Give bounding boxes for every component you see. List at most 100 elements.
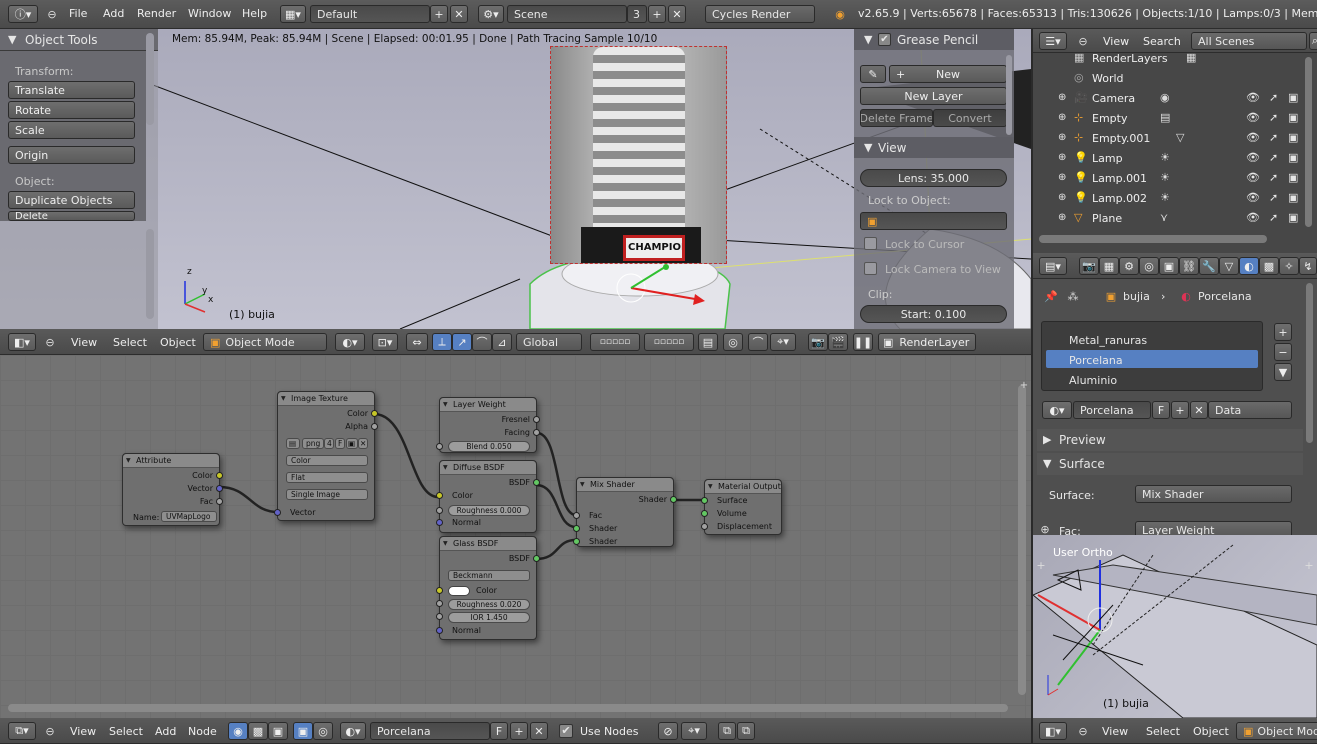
lock-cursor-checkbox[interactable]: [864, 237, 877, 250]
facing-socket[interactable]: [533, 429, 540, 436]
editor-type-3d-button[interactable]: ◧▾: [1039, 722, 1067, 740]
expand-icon[interactable]: ⊕: [1058, 112, 1066, 123]
outliner-hscroll[interactable]: [1039, 235, 1267, 243]
translate-button[interactable]: Translate: [8, 81, 135, 99]
visibility-eye-icon[interactable]: 👁: [1246, 191, 1260, 204]
collapse-menu-icon[interactable]: ⊖: [44, 6, 60, 22]
translate-manipulator[interactable]: ⟂: [432, 333, 452, 351]
add-screen-button[interactable]: +: [430, 5, 448, 23]
outliner-item-name[interactable]: Empty: [1092, 112, 1127, 125]
pivot-select[interactable]: ⊡▾: [372, 333, 398, 351]
lock-camera-icon[interactable]: ▤: [698, 333, 718, 351]
mini-mode-select[interactable]: ▣Object Mode: [1236, 722, 1317, 740]
material-link-select[interactable]: Data: [1208, 401, 1292, 419]
selectable-cursor-icon[interactable]: ➚: [1269, 111, 1278, 124]
viewport-menu-view[interactable]: View: [71, 336, 97, 349]
constraints-tab-icon[interactable]: ⛓: [1179, 257, 1199, 275]
image-browse-icon[interactable]: ▤: [286, 438, 300, 449]
render-camera-icon[interactable]: ▣: [1288, 91, 1298, 104]
layers-grid-a[interactable]: ▫▫▫▫▫: [590, 333, 640, 351]
node-editor-hscroll[interactable]: [8, 704, 1008, 712]
menu-render[interactable]: Render: [137, 7, 176, 20]
physics-tab-icon[interactable]: ↯: [1299, 257, 1317, 275]
use-nodes-checkbox[interactable]: ✔: [559, 724, 573, 738]
properties-vscroll[interactable]: [1306, 283, 1313, 443]
proportional-edit-icon[interactable]: ◎: [723, 333, 743, 351]
glass-distribution-select[interactable]: Beckmann: [448, 570, 530, 581]
tool-shelf-scrollbar-lower[interactable]: [146, 229, 154, 319]
convert-button[interactable]: Convert: [933, 109, 1007, 127]
delete-button[interactable]: Delete: [8, 211, 135, 221]
selectable-cursor-icon[interactable]: ➚: [1269, 191, 1278, 204]
lock-camera-checkbox[interactable]: [864, 262, 877, 275]
world-shader-icon[interactable]: ◎: [313, 722, 333, 740]
material-fake-user[interactable]: F: [490, 722, 508, 740]
outliner-item-name[interactable]: Camera: [1092, 92, 1135, 105]
screen-layout-field[interactable]: Default: [310, 5, 430, 23]
diffuse-bsdf-socket[interactable]: [533, 479, 540, 486]
glass-roughness-socket[interactable]: [436, 600, 443, 607]
render-camera-icon[interactable]: ▣: [1288, 211, 1298, 224]
diffuse-color-socket[interactable]: [436, 492, 443, 499]
add-scene-button[interactable]: +: [648, 5, 666, 23]
remove-scene-button[interactable]: ✕: [668, 5, 686, 23]
render-anim-icon[interactable]: 🎬: [828, 333, 848, 351]
material-fake-user-button[interactable]: F: [1152, 401, 1170, 419]
node-editor-vscroll[interactable]: [1018, 385, 1026, 695]
displacement-socket[interactable]: [701, 523, 708, 530]
add-slot-button[interactable]: +: [1274, 323, 1292, 341]
color-space-select[interactable]: Color: [286, 455, 368, 466]
material-tab-icon[interactable]: ◐: [1239, 257, 1259, 275]
slot-metal-ranuras[interactable]: Metal_ranuras: [1069, 334, 1147, 347]
attribute-fac-socket[interactable]: [216, 498, 223, 505]
render-region[interactable]: CHAMPION: [550, 46, 727, 264]
glass-ior-socket[interactable]: [436, 613, 443, 620]
image-vector-socket[interactable]: [274, 509, 281, 516]
viewport-menu-object[interactable]: Object: [160, 336, 196, 349]
visibility-eye-icon[interactable]: 👁: [1246, 111, 1260, 124]
image-texture-node[interactable]: Image Texture Color Alpha ▤ png 4 F ▣ ✕ …: [274, 391, 378, 521]
mix-fac-socket[interactable]: [573, 512, 580, 519]
fac-expand-icon[interactable]: ⊕: [1037, 521, 1053, 536]
outliner-row[interactable]: ⊕ ⊹ Empty ▤ 👁 ➚ ▣: [1036, 109, 1304, 129]
outliner-item-name[interactable]: World: [1092, 72, 1124, 85]
paste-nodes-icon[interactable]: ⧉: [737, 722, 755, 740]
expand-icon[interactable]: ⊕: [1058, 212, 1066, 223]
snap-toggle-icon[interactable]: ⌒: [748, 333, 768, 351]
slot-aluminio[interactable]: Aluminio: [1069, 374, 1117, 387]
attribute-name-field[interactable]: UVMapLogo: [161, 511, 217, 522]
render-camera-icon[interactable]: ▣: [1288, 151, 1298, 164]
menu-window[interactable]: Window: [188, 7, 231, 20]
grease-pencil-checkbox[interactable]: ✔: [878, 33, 891, 46]
scene-field[interactable]: Scene: [507, 5, 627, 23]
diffuse-roughness-socket[interactable]: [436, 507, 443, 514]
outliner-vscroll[interactable]: [1305, 57, 1312, 227]
outliner-row[interactable]: ⊕ ⊹ Empty.001 ▽ 👁 ➚ ▣: [1036, 129, 1304, 149]
viewport-menu-select[interactable]: Select: [113, 336, 147, 349]
copy-nodes-icon[interactable]: ⧉: [718, 722, 736, 740]
glass-color-swatch[interactable]: [448, 586, 470, 596]
mini-menu-view[interactable]: View: [1102, 725, 1128, 738]
visibility-eye-icon[interactable]: 👁: [1246, 131, 1260, 144]
material-name-field[interactable]: Porcelana: [370, 722, 490, 740]
material-output-node[interactable]: Material Output Surface Volume Displacem…: [701, 479, 782, 535]
image-unlink-icon[interactable]: ✕: [358, 438, 368, 449]
attribute-color-socket[interactable]: [216, 472, 223, 479]
pin-icon[interactable]: 📌: [1043, 288, 1059, 304]
material-name-input[interactable]: Porcelana: [1073, 401, 1151, 419]
mix-shader2-socket[interactable]: [573, 538, 580, 545]
preview-section[interactable]: ▶ Preview: [1037, 429, 1303, 451]
render-tab-icon[interactable]: 📷: [1079, 257, 1099, 275]
outliner-menu-view[interactable]: View: [1103, 35, 1129, 48]
mix-shader1-socket[interactable]: [573, 525, 580, 532]
lens-field[interactable]: Lens: 35.000: [860, 169, 1007, 187]
view-section-header[interactable]: ▼ View: [854, 137, 1014, 158]
selectable-cursor-icon[interactable]: ➚: [1269, 211, 1278, 224]
outliner-item-name[interactable]: RenderLayers: [1092, 52, 1168, 65]
object-shader-icon[interactable]: ▣: [293, 722, 313, 740]
add-material-button[interactable]: +: [510, 722, 528, 740]
slot-porcelana[interactable]: Porcelana: [1069, 354, 1123, 367]
world-tab-icon[interactable]: ◎: [1139, 257, 1159, 275]
editor-type-node-button[interactable]: ⧉▾: [8, 722, 36, 740]
compositing-nodes-icon[interactable]: ▣: [268, 722, 288, 740]
